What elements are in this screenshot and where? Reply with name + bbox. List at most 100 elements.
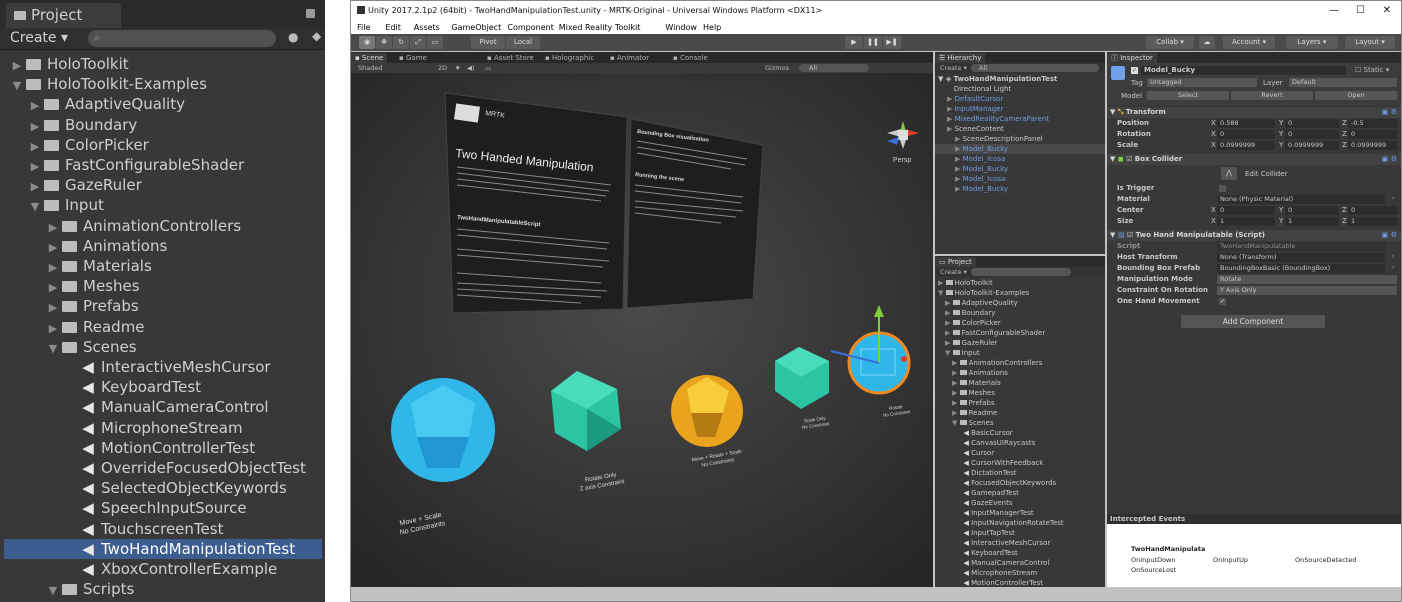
constraint-dropdown[interactable]: Y Axis Only <box>1217 286 1397 295</box>
menu-item[interactable]: Window <box>665 21 697 34</box>
scene-tab[interactable]: ▪ Asset Store <box>483 53 538 63</box>
hierarchy-item[interactable]: ▶ SceneContent <box>935 124 1105 134</box>
object-name-field[interactable]: Model_Bucky <box>1141 66 1346 75</box>
fold-right-icon[interactable]: ▶ <box>945 299 950 307</box>
scene-tab[interactable]: ▪ Animator <box>606 53 653 63</box>
fold-right-icon[interactable]: ▶ <box>955 155 963 163</box>
one-hand-checkbox[interactable]: ✓ <box>1219 298 1226 305</box>
scene-item[interactable]: ◀ Cursor <box>959 448 994 458</box>
rotation-x-field[interactable]: 0 <box>1217 130 1275 139</box>
folder-item[interactable]: ▶ Meshes <box>0 276 140 296</box>
step-button[interactable]: ▶❚ <box>883 36 901 49</box>
add-component-button[interactable]: Add Component <box>1181 315 1325 328</box>
position-x-field[interactable]: 0.588 <box>1217 119 1275 128</box>
effects-toggle-icon[interactable]: ▭ <box>485 63 491 73</box>
folder-item[interactable]: ▶ FastConfigurableShader <box>945 328 1045 338</box>
hierarchy-item[interactable]: ▶ Model_Bucky <box>935 144 1105 154</box>
layer-dropdown[interactable]: Default <box>1289 78 1397 87</box>
rect-tool-button[interactable]: ▭ <box>427 36 443 49</box>
fold-right-icon[interactable]: ▶ <box>44 258 62 278</box>
scene-item[interactable]: ◀ CanvasUIRaycasts <box>959 438 1035 448</box>
scene-item[interactable]: ◀ ManualCameraControl <box>0 397 268 417</box>
project-small-search-input[interactable] <box>971 268 1071 276</box>
folder-item[interactable]: ▶ Boundary <box>945 308 995 318</box>
shaded-dropdown[interactable]: Shaded <box>358 63 382 73</box>
scene-canvas[interactable]: MRTK Two Handed Manipulation TwoHandMani… <box>351 73 933 587</box>
rotation-y-field[interactable]: 0 <box>1285 130 1339 139</box>
rotation-z-field[interactable]: 0 <box>1348 130 1398 139</box>
cloud-icon[interactable]: ☁ <box>1199 36 1215 49</box>
fold-right-icon[interactable]: ▶ <box>952 399 957 407</box>
fold-right-icon[interactable]: ▶ <box>26 157 44 177</box>
folder-item[interactable]: ▼ Scenes <box>952 418 994 428</box>
fold-right-icon[interactable]: ▶ <box>945 309 950 317</box>
hierarchy-root[interactable]: ▼ ◈ TwoHandManipulationTest <box>938 74 1057 84</box>
folder-item[interactable]: ▶ Materials <box>0 256 152 276</box>
fold-right-icon[interactable]: ▶ <box>947 95 955 103</box>
scene-item[interactable]: ◀ DictationTest <box>959 468 1016 478</box>
bucky-ball-yellow[interactable] <box>671 375 743 447</box>
fold-down-icon[interactable]: ▼ <box>26 197 44 217</box>
fold-right-icon[interactable]: ▶ <box>947 115 955 123</box>
scene-item[interactable]: ◀ MotionControllerTest <box>0 438 255 458</box>
position-z-field[interactable]: -0.5 <box>1348 119 1398 128</box>
folder-item[interactable]: ▶ ColorPicker <box>0 135 149 155</box>
scene-item[interactable]: ◀ InteractiveMeshCursor <box>0 357 270 377</box>
folder-item[interactable]: ▶ AdaptiveQuality <box>0 94 185 114</box>
host-transform-field[interactable]: None (Transform) <box>1217 253 1385 262</box>
fold-right-icon[interactable]: ▶ <box>44 218 62 238</box>
fold-right-icon[interactable]: ▶ <box>955 145 963 153</box>
scale-x-field[interactable]: 0.0999999 <box>1217 141 1275 150</box>
scene-item[interactable]: ◀ GazeEvents <box>959 498 1012 508</box>
select-button[interactable]: Select <box>1147 91 1229 100</box>
folder-item[interactable]: ▶ Animations <box>0 236 168 256</box>
scene-tab[interactable]: ▪ Holographic <box>541 53 598 63</box>
size-z-field[interactable]: 1 <box>1348 217 1398 226</box>
scale-tool-button[interactable]: ⤢ <box>410 36 426 49</box>
hierarchy-item[interactable]: ▶ InputManager <box>935 104 1105 114</box>
folder-item[interactable]: ▶ Readme <box>0 317 145 337</box>
component-settings-icon[interactable]: ▣ ⚙ <box>1382 230 1397 241</box>
component-settings-icon[interactable]: ▣ ⚙ <box>1382 154 1397 165</box>
folder-item[interactable]: ▶ GazeRuler <box>0 175 142 195</box>
scene-item[interactable]: ◀ XboxControllerExample <box>0 559 277 579</box>
layout-dropdown[interactable]: Layout ▾ <box>1345 36 1395 49</box>
scene-item[interactable]: ◀ InputManagerTest <box>959 508 1033 518</box>
fold-right-icon[interactable]: ▶ <box>44 298 62 318</box>
bucky-ball-large[interactable] <box>391 378 495 482</box>
fold-right-icon[interactable]: ▶ <box>938 279 943 287</box>
hand-tool-button[interactable]: ◉ <box>359 36 375 49</box>
hierarchy-item[interactable]: ▶ Model_Icosa <box>935 154 1105 164</box>
lighting-toggle-icon[interactable]: ✷ <box>455 63 460 73</box>
scale-z-field[interactable]: 0.0999999 <box>1348 141 1398 150</box>
scene-tab[interactable]: ▪ Console <box>669 53 712 63</box>
menu-item[interactable]: Assets <box>414 21 440 34</box>
object-picker-icon[interactable]: ◦ <box>1391 263 1395 274</box>
scene-item[interactable]: ◀ MotionControllerTest <box>959 578 1043 587</box>
scene-item[interactable]: ◀ GamepadTest <box>959 488 1018 498</box>
filter-icon[interactable]: ● <box>288 30 298 44</box>
center-z-field[interactable]: 0 <box>1348 206 1398 215</box>
audio-toggle-icon[interactable]: ◀) <box>467 63 475 73</box>
folder-item[interactable]: ▼ HoloToolkit-Examples <box>938 288 1029 298</box>
hierarchy-create-dropdown[interactable]: Create ▾ <box>940 63 967 73</box>
scene-item[interactable]: ◀ OverrideFocusedObjectTest <box>0 458 306 478</box>
active-checkbox[interactable]: ✓ <box>1131 67 1138 74</box>
hierarchy-item[interactable]: ▶ DefaultCursor <box>935 94 1105 104</box>
minimize-button[interactable]: — <box>1329 1 1339 21</box>
scene-item[interactable]: ◀ ManualCameraControl <box>959 558 1049 568</box>
scene-item[interactable]: ◀ InteractiveMeshCursor <box>959 538 1050 548</box>
folder-item[interactable]: ▼ Input <box>0 195 104 215</box>
box-collider-checkbox[interactable]: ☑ <box>1126 155 1132 163</box>
menu-item[interactable]: Help <box>703 21 721 34</box>
menu-item[interactable]: GameObject <box>451 21 501 34</box>
fold-right-icon[interactable]: ▶ <box>947 125 955 133</box>
fold-right-icon[interactable]: ▶ <box>44 278 62 298</box>
pause-button[interactable]: ❚❚ <box>864 36 882 49</box>
close-button[interactable]: ✕ <box>1383 1 1391 21</box>
folder-item[interactable]: ▶ Prefabs <box>0 296 139 316</box>
fold-right-icon[interactable]: ▶ <box>952 359 957 367</box>
scene-tab[interactable]: ▪ Scene <box>351 53 388 63</box>
open-button[interactable]: Open <box>1315 91 1397 100</box>
folder-item[interactable]: ▶ ColorPicker <box>945 318 1001 328</box>
